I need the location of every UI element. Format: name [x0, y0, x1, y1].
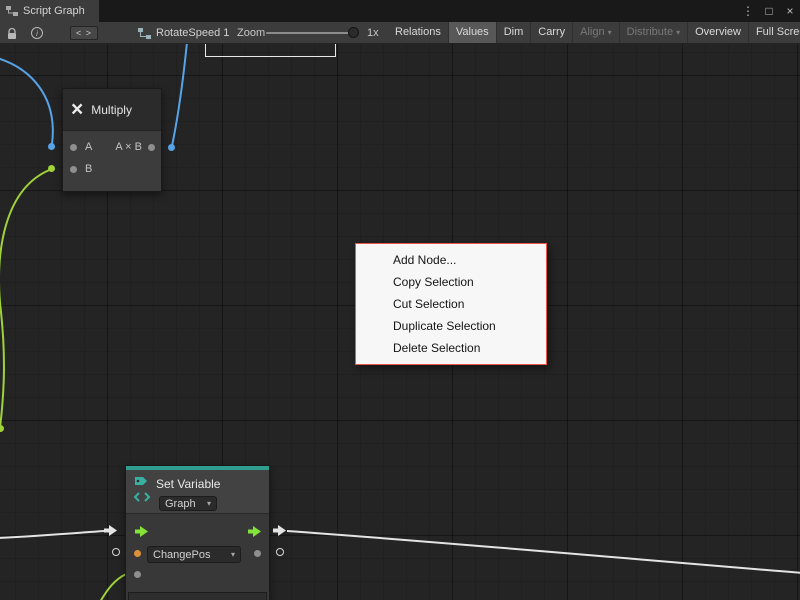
wire-white-in — [0, 531, 104, 538]
port-b-dot[interactable] — [70, 166, 77, 173]
multiply-header[interactable]: × Multiply — [63, 89, 161, 131]
graph-asset-icon — [138, 28, 151, 39]
flow-arrow-out[interactable] — [273, 525, 287, 537]
wire-blue-up — [172, 44, 187, 146]
port-result-dot[interactable] — [148, 144, 155, 151]
scope-dropdown[interactable]: Graph ▾ — [159, 496, 217, 511]
port-a-dot[interactable] — [70, 144, 77, 151]
menu-item-copy-selection[interactable]: Copy Selection — [356, 271, 546, 293]
toolbar-buttons: Relations Values Dim Carry Align▾ Distri… — [388, 22, 800, 44]
window-controls: ⋮ □ × — [742, 0, 796, 22]
multiply-row-b: B — [63, 158, 161, 180]
code-view-icon: < > — [70, 26, 98, 40]
full-screen-button[interactable]: Full Screen — [748, 22, 800, 44]
window-maximize-button[interactable]: □ — [763, 4, 775, 18]
window-menu-button[interactable]: ⋮ — [742, 4, 754, 18]
values-button[interactable]: Values — [448, 22, 496, 44]
set-variable-sub-panel — [128, 592, 267, 600]
context-menu: Add Node... Copy Selection Cut Selection… — [355, 243, 547, 365]
flow-arrow-in[interactable] — [104, 525, 118, 537]
graph-canvas[interactable]: × Multiply A A × B B — [0, 44, 800, 600]
control-out-port[interactable] — [248, 526, 262, 538]
window-titlebar: Script Graph ⋮ □ × — [0, 0, 800, 22]
script-graph-icon — [6, 5, 18, 17]
graph-name: RotateSpeed 1 — [156, 27, 229, 39]
set-variable-title: Set Variable — [156, 477, 220, 491]
script-graph-window: × Multiply A A × B B — [0, 0, 800, 600]
zoom-label: Zoom — [237, 22, 265, 44]
graph-breadcrumb[interactable]: RotateSpeed 1 — [138, 22, 229, 44]
info-button[interactable]: i — [31, 22, 43, 44]
variable-dropdown[interactable]: ChangePos ▾ — [147, 546, 241, 563]
multiply-body: A A × B B — [63, 131, 161, 191]
port-dot-green-output[interactable] — [48, 165, 55, 172]
port-dot-blue-output[interactable] — [168, 144, 175, 151]
menu-item-duplicate-selection[interactable]: Duplicate Selection — [356, 315, 546, 337]
graph-toolbar: i < > RotateSpeed 1 Zoom 1x Relations Va… — [0, 22, 800, 44]
scope-dropdown-value: Graph — [165, 498, 196, 510]
port-result-label: A × B — [115, 141, 142, 153]
zoom-slider-track[interactable] — [266, 32, 356, 34]
menu-item-cut-selection[interactable]: Cut Selection — [356, 293, 546, 315]
control-in-port[interactable] — [135, 526, 149, 538]
menu-item-add-node[interactable]: Add Node... — [356, 249, 546, 271]
node-set-variable[interactable]: Set Variable Graph ▾ ChangePos ▾ — [125, 465, 270, 600]
menu-item-delete-selection[interactable]: Delete Selection — [356, 337, 546, 359]
value-out-port[interactable] — [254, 550, 261, 557]
chevron-down-icon: ▾ — [676, 28, 680, 37]
chevron-down-icon: ▾ — [207, 499, 211, 508]
distribute-button[interactable]: Distribute▾ — [619, 22, 687, 44]
code-view-button[interactable]: < > — [70, 22, 98, 44]
zoom-slider-knob[interactable] — [348, 27, 359, 38]
port-b-label: B — [85, 163, 92, 175]
tab-script-graph[interactable]: Script Graph — [0, 0, 99, 22]
align-button[interactable]: Align▾ — [572, 22, 618, 44]
info-icon: i — [31, 27, 43, 39]
carry-button[interactable]: Carry — [530, 22, 572, 44]
set-variable-icon — [134, 475, 151, 503]
overview-button[interactable]: Overview — [687, 22, 748, 44]
value-port-orange[interactable] — [134, 550, 141, 557]
multiply-icon: × — [71, 99, 83, 120]
port-ring-right[interactable] — [276, 548, 284, 556]
tab-title: Script Graph — [23, 5, 85, 17]
wire-green-bottom — [100, 574, 126, 600]
variable-dropdown-value: ChangePos — [153, 549, 211, 561]
multiply-row-a: A A × B — [63, 136, 161, 158]
port-dot-blue-input[interactable] — [48, 143, 55, 150]
wire-white-out — [287, 531, 800, 573]
lock-button[interactable] — [6, 22, 18, 44]
window-close-button[interactable]: × — [784, 4, 796, 18]
lock-icon — [6, 27, 18, 40]
extra-port[interactable] — [134, 571, 141, 578]
chevron-down-icon: ▾ — [231, 550, 235, 559]
relations-button[interactable]: Relations — [388, 22, 448, 44]
zoom-value: 1x — [367, 22, 379, 44]
set-variable-header[interactable]: Set Variable Graph ▾ — [126, 470, 269, 514]
chevron-down-icon: ▾ — [608, 28, 612, 37]
node-multiply[interactable]: × Multiply A A × B B — [62, 88, 162, 192]
multiply-title: Multiply — [91, 103, 132, 117]
port-a-label: A — [85, 141, 92, 153]
dim-button[interactable]: Dim — [496, 22, 531, 44]
wire-green-left — [0, 169, 52, 428]
port-ring-left[interactable] — [112, 548, 120, 556]
wire-blue-left — [0, 58, 53, 144]
